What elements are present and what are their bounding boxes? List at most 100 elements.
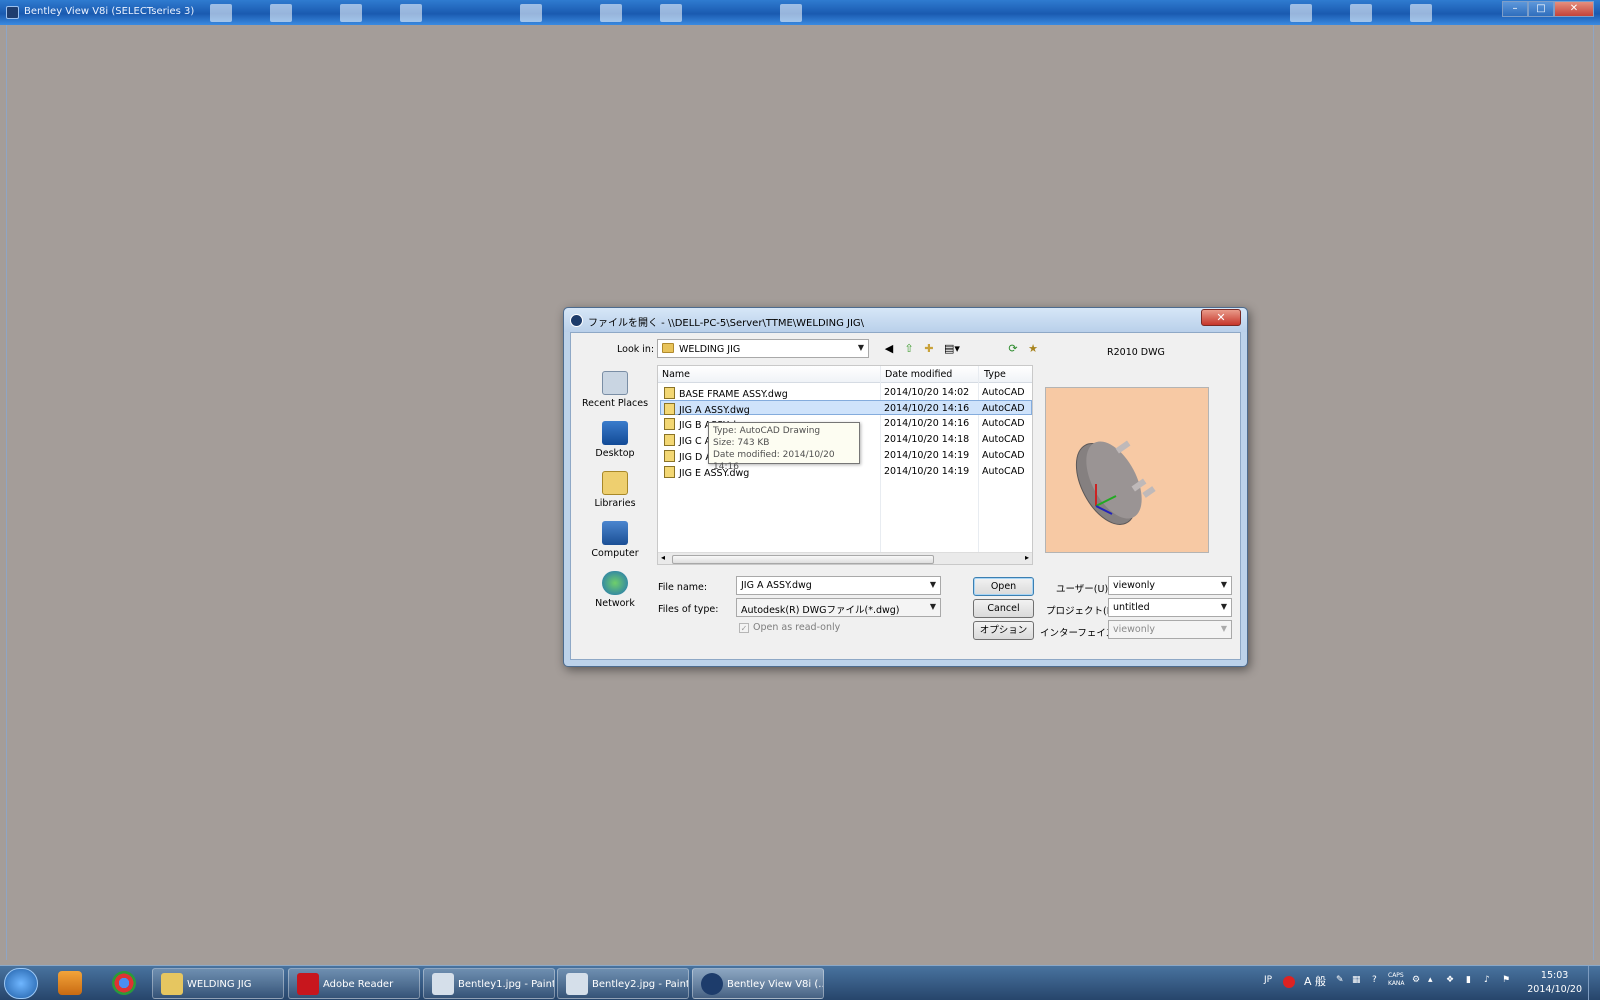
- cancel-button[interactable]: Cancel: [973, 599, 1034, 618]
- file-type: AutoCAD: [982, 387, 1025, 398]
- maximize-button[interactable]: □: [1528, 1, 1554, 17]
- desktop-ghost-icon: [210, 4, 232, 22]
- sort-up-icon: ˆ: [768, 365, 772, 372]
- task-bentley-view[interactable]: Bentley View V8i (...: [692, 968, 824, 999]
- bentley-view-icon: [701, 973, 723, 995]
- chevron-down-icon: ▼: [857, 343, 864, 352]
- scroll-right-icon[interactable]: ▸: [1025, 553, 1029, 562]
- file-type-value: Autodesk(R) DWGファイル(*.dwg): [741, 605, 900, 616]
- dwg-file-icon: [664, 418, 675, 430]
- open-button[interactable]: Open: [973, 577, 1034, 596]
- task-label: WELDING JIG: [187, 979, 252, 990]
- file-date: 2014/10/20 14:16: [884, 418, 970, 429]
- chrome-icon[interactable]: [112, 971, 136, 995]
- project-select[interactable]: untitled ▼: [1108, 598, 1232, 617]
- dwg-file-icon: [664, 434, 675, 446]
- tooltip-type: Type: AutoCAD Drawing: [713, 426, 821, 436]
- media-player-icon[interactable]: [58, 971, 82, 995]
- desktop-ghost-icon: [1290, 4, 1312, 22]
- show-desktop-button[interactable]: [1588, 966, 1600, 1000]
- file-name-label: File name:: [658, 582, 708, 593]
- help-icon[interactable]: ?: [1372, 975, 1377, 985]
- look-in-value: WELDING JIG: [679, 344, 741, 355]
- dialog-body: Look in: WELDING JIG ▼ ◀ ⇧ ✚ ▤▾ ⟳ ★ Rece…: [570, 332, 1241, 660]
- file-name: BASE FRAME ASSY.dwg: [679, 389, 788, 400]
- task-label: Bentley1.jpg - Paint: [458, 979, 555, 990]
- interface-label: インターフェイス:: [1040, 628, 1119, 639]
- place-network[interactable]: Network: [577, 571, 653, 609]
- scroll-left-icon[interactable]: ◂: [661, 553, 665, 562]
- close-icon: ✕: [1216, 311, 1226, 324]
- view-menu-icon[interactable]: ▤▾: [941, 341, 963, 357]
- settings-icon[interactable]: ⚙: [1412, 975, 1420, 985]
- refresh-icon[interactable]: ⟳: [1005, 341, 1021, 357]
- close-button[interactable]: ✕: [1554, 1, 1594, 17]
- look-in-combo[interactable]: WELDING JIG ▼: [657, 339, 869, 358]
- read-only-checkbox[interactable]: ✓: [739, 623, 749, 633]
- place-libraries[interactable]: Libraries: [577, 471, 653, 509]
- column-header-date[interactable]: Date modified: [885, 369, 952, 380]
- dialog-title: ファイルを開く - \\DELL-PC-5\Server\TTME\WELDIN…: [588, 318, 865, 329]
- dwg-file-icon: [664, 450, 675, 462]
- desktop-icon: [602, 421, 628, 445]
- file-type: AutoCAD: [982, 466, 1025, 477]
- start-button[interactable]: [4, 968, 38, 999]
- tools-icon[interactable]: ✎: [1336, 975, 1344, 985]
- desktop-ghost-icon: [340, 4, 362, 22]
- caps-label: CAPS: [1388, 972, 1404, 979]
- task-label: Adobe Reader: [323, 979, 394, 990]
- caps-indicator: CAPS KANA: [1388, 972, 1405, 988]
- task-adobe-reader[interactable]: Adobe Reader: [288, 968, 420, 999]
- chevron-down-icon: ▼: [1220, 602, 1227, 611]
- task-paint-1[interactable]: Bentley1.jpg - Paint: [423, 968, 555, 999]
- place-label: Libraries: [594, 498, 636, 509]
- desktop-ghost-icon: [270, 4, 292, 22]
- app-titlebar[interactable]: Bentley View V8i (SELECTseries 3) – □ ✕: [0, 0, 1600, 25]
- clock[interactable]: 15:03 2014/10/20: [1527, 969, 1582, 997]
- file-row-selected[interactable]: JIG A ASSY.dwg 2014/10/20 14:16 AutoCAD: [660, 400, 1032, 416]
- computer-icon: [602, 521, 628, 545]
- options-button[interactable]: オプション: [973, 621, 1034, 640]
- ime-icon[interactable]: [1283, 976, 1295, 988]
- file-type: AutoCAD: [982, 418, 1025, 429]
- network-signal-icon[interactable]: ▮: [1466, 975, 1471, 985]
- scrollbar-thumb[interactable]: [672, 555, 934, 564]
- task-welding-jig[interactable]: WELDING JIG: [152, 968, 284, 999]
- task-paint-2[interactable]: Bentley2.jpg - Paint: [557, 968, 689, 999]
- folder-icon: [161, 973, 183, 995]
- tooltip-size: Size: 743 KB: [713, 438, 770, 448]
- dictionary-icon[interactable]: ▦: [1352, 975, 1361, 985]
- place-recent[interactable]: Recent Places: [577, 371, 653, 409]
- bookmark-icon[interactable]: ★: [1025, 341, 1041, 357]
- new-folder-icon[interactable]: ✚: [921, 341, 937, 357]
- back-icon[interactable]: ◀: [881, 341, 897, 357]
- language-indicator[interactable]: JP: [1264, 975, 1272, 985]
- place-computer[interactable]: Computer: [577, 521, 653, 559]
- file-type-select[interactable]: Autodesk(R) DWGファイル(*.dwg) ▼: [736, 598, 941, 617]
- file-date: 2014/10/20 14:19: [884, 466, 970, 477]
- place-desktop[interactable]: Desktop: [577, 421, 653, 459]
- app-icon: [570, 314, 583, 327]
- dropbox-icon[interactable]: ❖: [1446, 975, 1454, 985]
- action-center-icon[interactable]: ⚑: [1502, 975, 1510, 985]
- dwg-file-icon: [664, 387, 675, 399]
- recent-places-icon: [602, 371, 628, 395]
- horizontal-scrollbar[interactable]: ◂ ▸: [658, 552, 1032, 564]
- up-folder-icon[interactable]: ⇧: [901, 341, 917, 357]
- app-title: Bentley View V8i (SELECTseries 3): [24, 6, 195, 17]
- minimize-button[interactable]: –: [1502, 1, 1528, 17]
- volume-icon[interactable]: ♪: [1484, 975, 1490, 985]
- file-date: 2014/10/20 14:16: [884, 403, 970, 414]
- kana-label: KANA: [1388, 980, 1405, 987]
- file-row[interactable]: BASE FRAME ASSY.dwg 2014/10/20 14:02 Aut…: [660, 385, 1032, 400]
- show-hidden-icons[interactable]: ▴: [1428, 975, 1433, 985]
- user-select[interactable]: viewonly ▼: [1108, 576, 1232, 595]
- file-name-input[interactable]: JIG A ASSY.dwg ▼: [736, 576, 941, 595]
- dialog-titlebar[interactable]: ファイルを開く - \\DELL-PC-5\Server\TTME\WELDIN…: [564, 308, 1247, 332]
- ime-mode[interactable]: A 般: [1304, 973, 1326, 989]
- dialog-close-button[interactable]: ✕: [1201, 309, 1241, 326]
- column-header-type[interactable]: Type: [984, 369, 1006, 380]
- file-list[interactable]: Name ˆ Date modified Type BASE FRAME ASS…: [657, 365, 1033, 565]
- chevron-down-icon: ▼: [1220, 580, 1227, 589]
- column-header-name[interactable]: Name: [662, 369, 690, 380]
